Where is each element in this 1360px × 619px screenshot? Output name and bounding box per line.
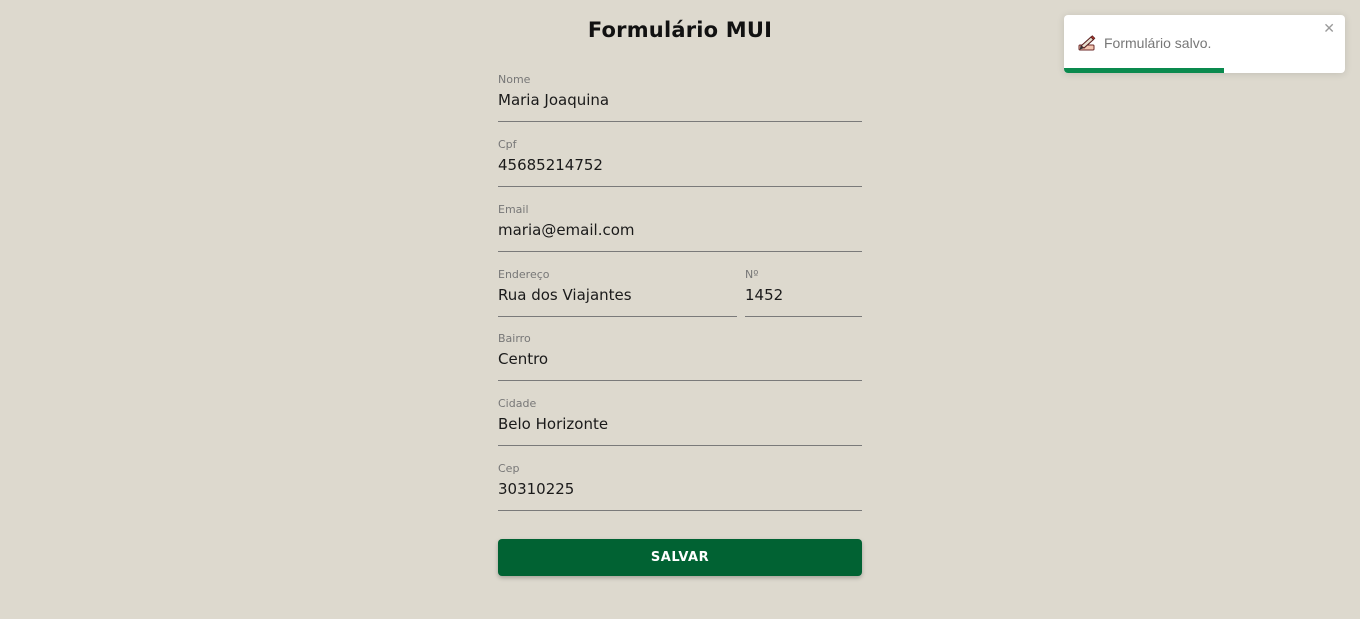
endereco-field[interactable]: Endereço [498,268,737,317]
bairro-label: Bairro [498,332,531,345]
numero-label: Nº [745,268,759,281]
email-input[interactable] [498,218,862,242]
toast-progress-bar [1064,68,1345,73]
email-field[interactable]: Email [498,203,862,252]
page: Formulário MUI Nome Cpf Email Endereço N… [0,0,1360,619]
numero-field[interactable]: Nº [745,268,862,317]
toast-message: Formulário salvo. [1104,35,1212,51]
save-button[interactable]: SALVAR [498,539,862,576]
email-label: Email [498,203,529,216]
cep-label: Cep [498,462,520,475]
cep-input[interactable] [498,477,862,501]
cpf-label: Cpf [498,138,517,151]
nome-label: Nome [498,73,531,86]
close-icon[interactable]: ✕ [1323,21,1335,37]
cpf-field[interactable]: Cpf [498,138,862,187]
cidade-label: Cidade [498,397,537,410]
endereco-input[interactable] [498,283,737,307]
cidade-field[interactable]: Cidade [498,397,862,446]
endereco-label: Endereço [498,268,550,281]
bairro-field[interactable]: Bairro [498,332,862,381]
cpf-input[interactable] [498,153,862,177]
pencil-writing-icon [1077,34,1097,52]
nome-field[interactable]: Nome [498,73,862,122]
cidade-input[interactable] [498,412,862,436]
toast-notification: Formulário salvo. ✕ [1064,15,1345,73]
bairro-input[interactable] [498,347,862,371]
cep-field[interactable]: Cep [498,462,862,511]
numero-input[interactable] [745,283,862,307]
nome-input[interactable] [498,88,862,112]
toast-progress-fill [1064,68,1225,73]
